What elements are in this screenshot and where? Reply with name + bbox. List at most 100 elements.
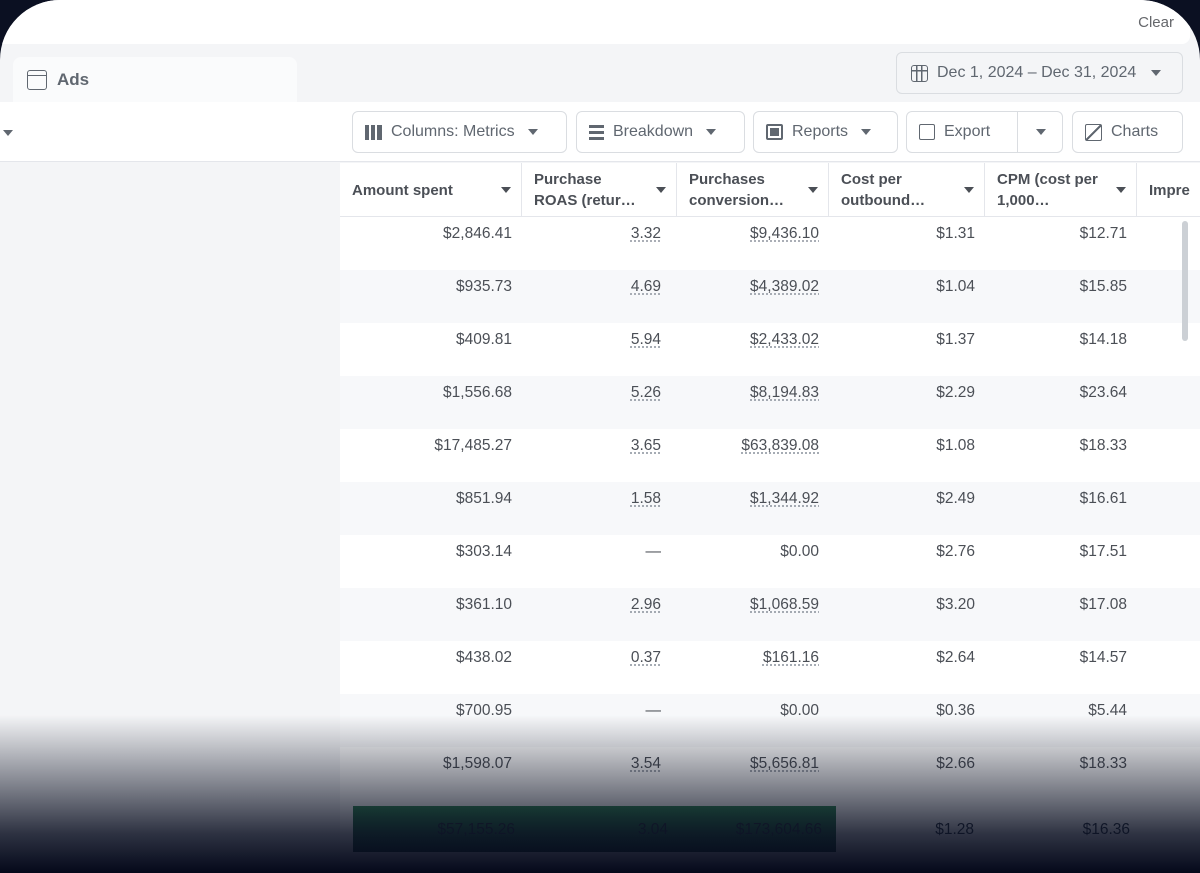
table-cell: $15.85 xyxy=(1079,278,1127,295)
table-row[interactable]: $17,485.27 3.65 $63,839.08 $1.08 $18.33 xyxy=(340,429,1200,482)
calendar-icon xyxy=(911,64,928,82)
header-line: Amount spent xyxy=(352,181,453,199)
table-cell: $5.44 xyxy=(1088,702,1127,719)
chevron-down-icon xyxy=(527,129,538,135)
table-cell[interactable]: $4,389.02 xyxy=(750,278,819,295)
chevron-down-icon xyxy=(1035,129,1046,135)
table-row[interactable]: $935.73 4.69 $4,389.02 $1.04 $15.85 xyxy=(340,270,1200,323)
export-button[interactable]: Export xyxy=(906,111,1063,153)
table-row[interactable]: $409.81 5.94 $2,433.02 $1.37 $14.18 xyxy=(340,323,1200,376)
table-cell: $2.66 xyxy=(936,755,975,772)
table-cell[interactable]: 5.94 xyxy=(631,331,661,348)
table-cell: $409.81 xyxy=(455,331,512,348)
table-cell[interactable]: $1,344.92 xyxy=(750,490,819,507)
totals-cell: $1.28 xyxy=(935,821,974,838)
table-cell: $1.04 xyxy=(936,278,975,295)
table-row[interactable]: $700.95 — $0.00 $0.36 $5.44 xyxy=(340,694,1200,747)
table-cell: $12.71 xyxy=(1079,225,1127,242)
table-cell: $23.64 xyxy=(1079,384,1127,401)
tab-ads[interactable]: Ads xyxy=(13,57,297,103)
table-cell: $1.37 xyxy=(936,331,975,348)
table-header: Amount spent Purchase ROAS (retur… Purchase… xyxy=(340,163,1200,217)
table-row[interactable]: $2,846.41 3.32 $9,436.10 $1.31 $12.71 xyxy=(340,217,1200,270)
toolbar: Columns: Metrics Breakdown Reports Expor… xyxy=(0,102,1200,162)
table-row[interactable]: $361.10 2.96 $1,068.59 $3.20 $17.08 xyxy=(340,588,1200,641)
table-cell: $935.73 xyxy=(455,278,512,295)
header-line: ROAS (retur… xyxy=(534,192,636,209)
chevron-down-icon xyxy=(706,129,717,135)
window-icon xyxy=(27,70,47,90)
table-cell[interactable]: 1.58 xyxy=(631,490,661,507)
breakdown-button[interactable]: Breakdown xyxy=(576,111,745,153)
table-cell[interactable]: 4.69 xyxy=(631,278,661,295)
charts-label: Charts xyxy=(1111,123,1159,140)
table-cell: $1,598.07 xyxy=(443,755,512,772)
export-icon xyxy=(919,124,935,140)
table-cell[interactable]: 3.54 xyxy=(631,755,661,772)
table-cell: $0.00 xyxy=(780,543,819,560)
sort-caret-icon[interactable] xyxy=(656,187,666,193)
breakdown-label: Breakdown xyxy=(613,123,694,140)
sort-caret-icon[interactable] xyxy=(964,187,974,193)
header-line: Purchases xyxy=(689,171,765,188)
reports-label: Reports xyxy=(792,123,849,140)
table-cell: — xyxy=(645,702,662,719)
sort-caret-icon[interactable] xyxy=(808,187,818,193)
table-cell: $0.00 xyxy=(780,702,819,719)
column-header-label: Impre xyxy=(1149,180,1190,201)
table-cell[interactable]: $161.16 xyxy=(763,649,819,666)
column-header-label: Cost per outbound… xyxy=(841,169,925,211)
table-cell: $17.51 xyxy=(1079,543,1127,560)
table-row[interactable]: $303.14 — $0.00 $2.76 $17.51 xyxy=(340,535,1200,588)
table-row[interactable]: $1,556.68 5.26 $8,194.83 $2.29 $23.64 xyxy=(340,376,1200,429)
columns-button[interactable]: Columns: Metrics xyxy=(352,111,567,153)
column-header[interactable]: Purchase ROAS (retur… xyxy=(522,163,677,217)
column-header[interactable]: Impre xyxy=(1137,163,1200,217)
date-range-picker[interactable]: Dec 1, 2024 – Dec 31, 2024 xyxy=(896,52,1183,94)
table-cell[interactable]: $9,436.10 xyxy=(750,225,819,242)
table-cell[interactable]: 3.32 xyxy=(631,225,661,242)
table-cell[interactable]: 3.65 xyxy=(631,437,661,454)
table-cell[interactable]: 0.37 xyxy=(631,649,661,666)
column-header[interactable]: Purchases conversion… xyxy=(677,163,829,217)
column-header-label: Purchases conversion… xyxy=(689,169,784,211)
table-cell: $1,556.68 xyxy=(443,384,512,401)
chart-icon xyxy=(1085,123,1102,141)
table-cell[interactable]: 5.26 xyxy=(631,384,661,401)
table-cell: $2.64 xyxy=(936,649,975,666)
column-header[interactable]: Amount spent xyxy=(340,163,522,217)
table-cell: $0.36 xyxy=(936,702,975,719)
totals-cell: $16.36 xyxy=(1082,821,1130,838)
totals-cell: $173,604.66 xyxy=(735,821,822,838)
charts-button[interactable]: Charts xyxy=(1072,111,1183,153)
sort-caret-icon[interactable] xyxy=(501,187,511,193)
sort-caret-icon[interactable] xyxy=(1116,187,1126,193)
export-dropdown-button[interactable] xyxy=(1017,112,1063,152)
header-line: outbound… xyxy=(841,192,926,209)
chevron-down-icon[interactable] xyxy=(3,130,13,136)
table-row[interactable]: $438.02 0.37 $161.16 $2.64 $14.57 xyxy=(340,641,1200,694)
column-header[interactable]: Cost per outbound… xyxy=(829,163,985,217)
chevron-down-icon xyxy=(861,129,872,135)
column-header[interactable]: CPM (cost per 1,000… xyxy=(985,163,1137,217)
table-cell[interactable]: $1,068.59 xyxy=(750,596,819,613)
clear-button[interactable]: Clear xyxy=(1138,14,1174,31)
table-cell[interactable]: $63,839.08 xyxy=(741,437,819,454)
tab-label: Ads xyxy=(57,70,90,89)
header-line: conversion… xyxy=(689,192,785,209)
table-cell: $2.49 xyxy=(936,490,975,507)
table-cell[interactable]: 2.96 xyxy=(631,596,661,613)
table-cell: $18.33 xyxy=(1079,437,1127,454)
table-cell: $17,485.27 xyxy=(434,437,512,454)
table-cell: $14.57 xyxy=(1079,649,1127,666)
table-cell[interactable]: $5,656.81 xyxy=(750,755,819,772)
table-row[interactable]: $851.94 1.58 $1,344.92 $2.49 $16.61 xyxy=(340,482,1200,535)
reports-button[interactable]: Reports xyxy=(753,111,898,153)
vertical-scrollbar[interactable] xyxy=(1182,221,1188,341)
top-bar: Clear xyxy=(0,0,1190,44)
totals-cell: $57,155.26 xyxy=(437,821,515,838)
table-row[interactable]: $1,598.07 3.54 $5,656.81 $2.66 $18.33 xyxy=(340,747,1200,800)
table-cell[interactable]: $8,194.83 xyxy=(750,384,819,401)
date-range-label: Dec 1, 2024 – Dec 31, 2024 xyxy=(937,64,1137,81)
table-cell[interactable]: $2,433.02 xyxy=(750,331,819,348)
